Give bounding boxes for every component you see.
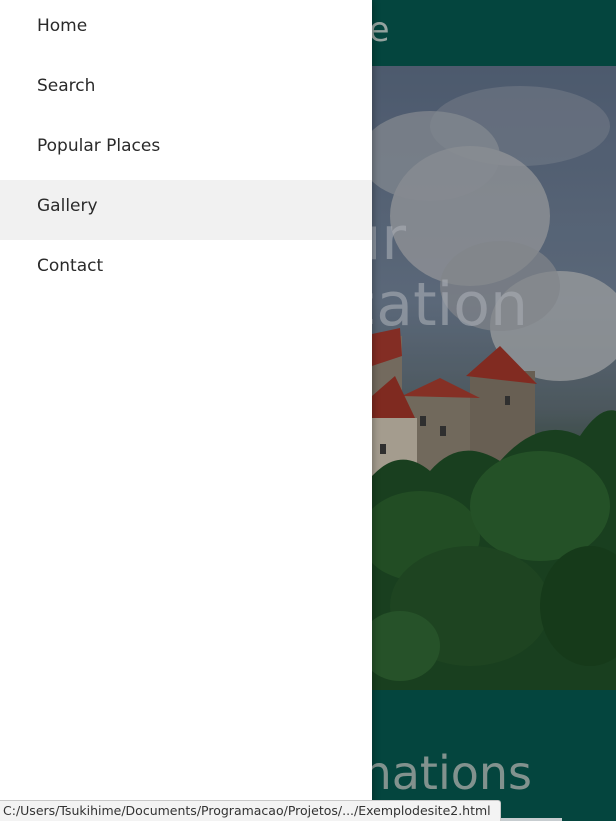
status-url-bar: C:/Users/Tsukihime/Documents/Programacao… [0, 800, 501, 821]
nav-item-home[interactable]: Home [0, 0, 372, 60]
side-navigation-drawer: Home Search Popular Places Gallery Conta… [0, 0, 372, 821]
nav-item-contact[interactable]: Contact [0, 240, 372, 300]
nav-item-gallery[interactable]: Gallery [0, 180, 372, 240]
nav-item-search[interactable]: Search [0, 60, 372, 120]
nav-item-popular-places[interactable]: Popular Places [0, 120, 372, 180]
